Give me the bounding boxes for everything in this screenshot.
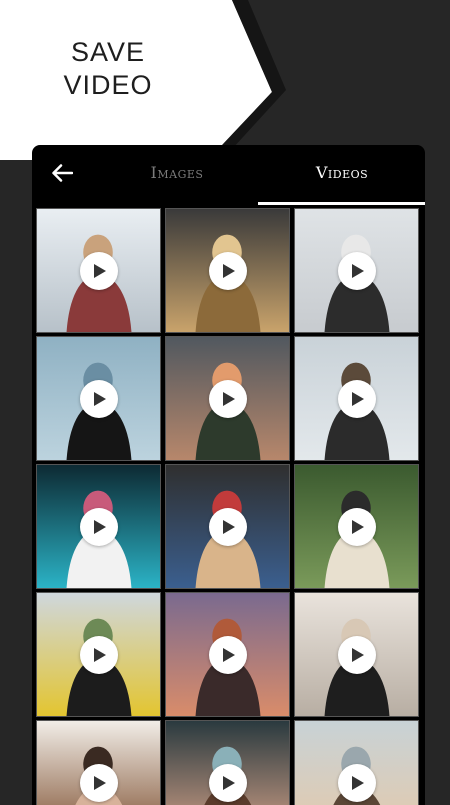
play-icon <box>352 263 364 278</box>
play-button[interactable] <box>337 251 376 290</box>
tab-images[interactable]: Images <box>132 163 222 187</box>
promo-title-line2: VIDEO <box>63 70 153 100</box>
play-button[interactable] <box>208 251 247 290</box>
phone-screen: Images Videos <box>32 145 425 805</box>
play-icon <box>223 391 235 406</box>
video-thumbnail[interactable] <box>294 208 419 333</box>
app-bar: Images Videos <box>32 145 425 205</box>
video-thumbnail[interactable] <box>36 208 161 333</box>
video-thumbnail[interactable] <box>294 336 419 461</box>
play-button[interactable] <box>208 763 247 802</box>
play-button[interactable] <box>79 379 118 418</box>
video-grid <box>36 208 422 805</box>
play-icon <box>94 775 106 790</box>
play-icon <box>94 647 106 662</box>
play-button[interactable] <box>79 763 118 802</box>
video-thumbnail[interactable] <box>294 720 419 805</box>
video-thumbnail[interactable] <box>165 464 290 589</box>
video-thumbnail[interactable] <box>36 336 161 461</box>
video-thumbnail[interactable] <box>165 208 290 333</box>
play-icon <box>223 775 235 790</box>
play-button[interactable] <box>79 635 118 674</box>
play-button[interactable] <box>79 507 118 546</box>
play-icon <box>223 519 235 534</box>
video-thumbnail[interactable] <box>165 592 290 717</box>
play-button[interactable] <box>208 635 247 674</box>
play-icon <box>94 263 106 278</box>
play-button[interactable] <box>208 507 247 546</box>
play-button[interactable] <box>79 251 118 290</box>
play-button[interactable] <box>208 379 247 418</box>
play-icon <box>94 391 106 406</box>
video-thumbnail[interactable] <box>36 592 161 717</box>
promo-title: SAVE VIDEO <box>58 36 158 102</box>
play-button[interactable] <box>337 635 376 674</box>
promo-title-line1: SAVE <box>70 37 146 67</box>
tab-videos[interactable]: Videos <box>297 163 387 187</box>
video-thumbnail[interactable] <box>165 336 290 461</box>
back-button[interactable] <box>44 159 80 191</box>
play-icon <box>223 647 235 662</box>
play-icon <box>352 519 364 534</box>
play-icon <box>94 519 106 534</box>
video-thumbnail[interactable] <box>36 720 161 805</box>
arrow-left-icon <box>51 163 74 187</box>
video-thumbnail[interactable] <box>294 592 419 717</box>
video-thumbnail[interactable] <box>294 464 419 589</box>
play-button[interactable] <box>337 379 376 418</box>
play-button[interactable] <box>337 507 376 546</box>
play-icon <box>352 647 364 662</box>
play-icon <box>352 775 364 790</box>
video-thumbnail[interactable] <box>165 720 290 805</box>
play-icon <box>223 263 235 278</box>
active-tab-indicator <box>258 202 425 205</box>
video-thumbnail[interactable] <box>36 464 161 589</box>
play-button[interactable] <box>337 763 376 802</box>
play-icon <box>352 391 364 406</box>
